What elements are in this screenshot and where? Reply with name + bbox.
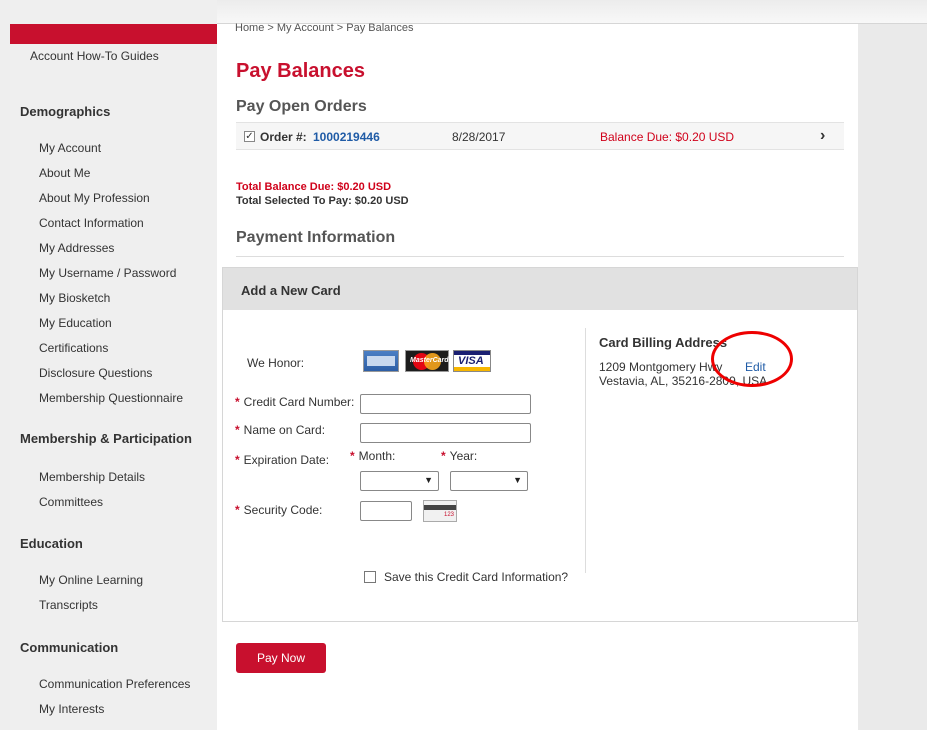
main-content: Home > My Account > Pay Balances Pay Bal… xyxy=(217,22,858,730)
sidebar-item-membership-details[interactable]: Membership Details xyxy=(39,470,145,484)
sidebar-item-education[interactable]: My Education xyxy=(39,316,112,330)
security-code-card-icon: 123 xyxy=(423,500,457,522)
dropdown-arrow-icon: ▼ xyxy=(513,475,522,485)
month-label: * Month: xyxy=(350,449,396,463)
add-card-header: Add a New Card xyxy=(223,268,857,310)
sidebar-section-membership: Membership & Participation xyxy=(20,431,192,446)
card-number-label: * Credit Card Number: xyxy=(235,395,355,409)
year-label: * Year: xyxy=(441,449,478,463)
open-orders-title: Pay Open Orders xyxy=(236,98,367,115)
sidebar-item-biosketch[interactable]: My Biosketch xyxy=(39,291,110,305)
year-select[interactable]: ▼ xyxy=(450,471,528,491)
we-honor-label: We Honor: xyxy=(247,356,305,370)
visa-card-icon: VISA xyxy=(453,350,491,372)
page-title: Pay Balances xyxy=(236,60,365,82)
card-number-input[interactable] xyxy=(360,394,531,414)
sidebar-item-committees[interactable]: Committees xyxy=(39,495,103,509)
month-select[interactable]: ▼ xyxy=(360,471,439,491)
save-card-label[interactable]: Save this Credit Card Information? xyxy=(384,570,568,584)
order-date: 8/28/2017 xyxy=(452,130,506,144)
expiration-date-label: * Expiration Date: xyxy=(235,453,330,467)
name-on-card-label: * Name on Card: xyxy=(235,423,326,437)
sidebar-item-about-profession[interactable]: About My Profession xyxy=(39,191,150,205)
order-row[interactable]: ✓ Order #: 1000219446 8/28/2017 Balance … xyxy=(236,122,844,150)
sidebar-item-username-password[interactable]: My Username / Password xyxy=(39,266,176,280)
sidebar-item-my-account[interactable]: My Account xyxy=(39,141,101,155)
sidebar: Account How-To Guides Demographics My Ac… xyxy=(10,0,217,730)
breadcrumb[interactable]: Home > My Account > Pay Balances xyxy=(235,22,414,34)
order-number-link[interactable]: 1000219446 xyxy=(313,130,380,144)
window-left-edge xyxy=(0,0,10,730)
sidebar-item-communication-preferences[interactable]: Communication Preferences xyxy=(39,677,190,691)
sidebar-active-tab[interactable] xyxy=(10,24,217,44)
sidebar-item-online-learning[interactable]: My Online Learning xyxy=(39,573,143,587)
sidebar-section-demographics: Demographics xyxy=(20,104,111,119)
security-code-label: * Security Code: xyxy=(235,503,323,517)
sidebar-item-my-interests[interactable]: My Interests xyxy=(39,702,104,716)
add-card-title: Add a New Card xyxy=(241,283,341,298)
amex-card-icon xyxy=(363,350,399,372)
chevron-right-icon[interactable]: › xyxy=(820,127,825,145)
sidebar-section-communication: Communication xyxy=(20,640,119,655)
section-divider xyxy=(236,256,844,257)
order-checkbox[interactable]: ✓ xyxy=(244,131,255,142)
order-balance-due: Balance Due: $0.20 USD xyxy=(600,130,735,144)
billing-address-title: Card Billing Address xyxy=(599,335,728,350)
sidebar-item-my-addresses[interactable]: My Addresses xyxy=(39,241,114,255)
payment-information-title: Payment Information xyxy=(236,229,396,246)
vertical-divider xyxy=(585,328,586,573)
sidebar-item-disclosure-questions[interactable]: Disclosure Questions xyxy=(39,366,152,380)
total-balance-due: Total Balance Due: $0.20 USD xyxy=(236,181,392,193)
sidebar-item-contact-information[interactable]: Contact Information xyxy=(39,216,144,230)
sidebar-item-how-to-guides[interactable]: Account How-To Guides xyxy=(30,49,159,63)
annotation-circle xyxy=(711,331,793,387)
sidebar-item-certifications[interactable]: Certifications xyxy=(39,341,108,355)
security-code-input[interactable] xyxy=(360,501,412,521)
total-selected-to-pay: Total Selected To Pay: $0.20 USD xyxy=(236,195,409,207)
add-card-panel: Add a New Card We Honor: MasterCard VISA… xyxy=(222,267,858,622)
mastercard-icon: MasterCard xyxy=(405,350,449,372)
pay-now-button[interactable]: Pay Now xyxy=(236,643,326,673)
sidebar-item-membership-questionnaire[interactable]: Membership Questionnaire xyxy=(39,391,183,405)
right-gutter xyxy=(858,24,927,730)
sidebar-item-about-me[interactable]: About Me xyxy=(39,166,90,180)
sidebar-item-transcripts[interactable]: Transcripts xyxy=(39,598,98,612)
billing-address-street: 1209 Montgomery Hwy xyxy=(599,360,723,374)
sidebar-section-education: Education xyxy=(20,536,83,551)
name-on-card-input[interactable] xyxy=(360,423,531,443)
order-number-label: Order #: xyxy=(260,130,307,144)
save-card-checkbox[interactable] xyxy=(364,571,376,583)
dropdown-arrow-icon: ▼ xyxy=(424,475,433,485)
